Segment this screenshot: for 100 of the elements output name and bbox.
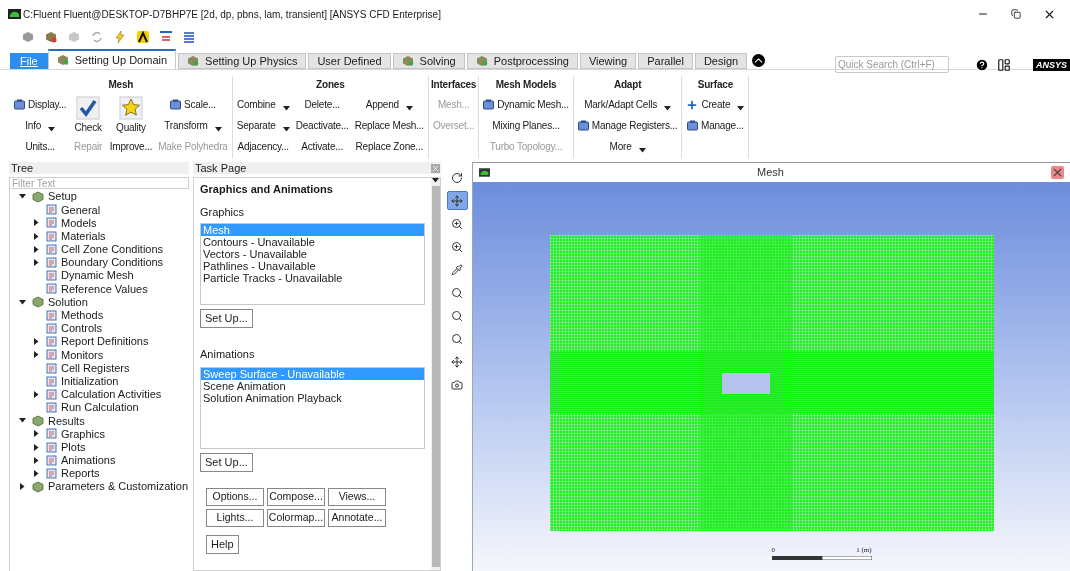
- ribbon-tab[interactable]: Solving: [392, 53, 465, 69]
- ribbon-tab[interactable]: Postprocessing: [466, 53, 578, 69]
- task-button[interactable]: Compose...: [267, 487, 325, 506]
- tree-item[interactable]: Models: [10, 216, 189, 230]
- ribbon-tab[interactable]: Setting Up Physics: [178, 53, 307, 69]
- lightning-icon[interactable]: [114, 31, 126, 43]
- ribbon-button[interactable]: Mark/Adapt Cells: [582, 94, 674, 115]
- caret-icon: [214, 127, 222, 132]
- camera-icon: [451, 378, 463, 391]
- ribbon-button[interactable]: Improve...: [107, 136, 155, 157]
- tree-item[interactable]: Reference Values: [10, 282, 189, 296]
- tree-item[interactable]: Graphics: [10, 427, 189, 441]
- ribbon-large-button[interactable]: Check: [70, 94, 106, 136]
- ribbon-button[interactable]: Append: [363, 94, 415, 115]
- tree-item[interactable]: Controls: [10, 321, 189, 336]
- task-button[interactable]: Views...: [328, 487, 386, 506]
- ribbon-button[interactable]: Replace Mesh...: [352, 115, 426, 136]
- ribbon-button[interactable]: Info: [23, 115, 58, 136]
- filter-field[interactable]: Filter Text: [9, 177, 189, 189]
- panel-icon: [577, 120, 589, 131]
- cube-icon: [32, 190, 44, 203]
- ribbon-button[interactable]: Scale...: [168, 94, 218, 115]
- list-item[interactable]: Vectors - Unavailable: [201, 248, 424, 260]
- ribbon-button[interactable]: Mixing Planes...: [490, 115, 562, 136]
- tree-item[interactable]: Plots: [10, 440, 189, 454]
- app-icon: [479, 168, 490, 177]
- tree-item[interactable]: Reports: [10, 466, 189, 481]
- tree-item[interactable]: Cell Registers: [10, 361, 189, 375]
- ribbon-button[interactable]: Manage...: [685, 115, 746, 136]
- close-icon[interactable]: [1051, 166, 1064, 179]
- item-icon: [46, 454, 57, 466]
- ribbon-button[interactable]: Manage Registers...: [575, 115, 680, 136]
- ribbon-button[interactable]: Display...: [12, 94, 69, 115]
- ribbon-button[interactable]: Dynamic Mesh...: [481, 94, 571, 115]
- tree-item[interactable]: Methods: [10, 308, 189, 322]
- list-item[interactable]: Scene Animation: [201, 379, 424, 392]
- task-button[interactable]: Annotate...: [328, 508, 386, 527]
- tree-item[interactable]: Parameters & Customization: [10, 480, 189, 494]
- ribbon-tab[interactable]: Setting Up Domain: [47, 49, 177, 69]
- layout-icon[interactable]: [997, 57, 1011, 72]
- setup-button[interactable]: Set Up...: [200, 309, 253, 328]
- tree-item[interactable]: Calculation Activities: [10, 387, 189, 401]
- item-icon: [46, 349, 57, 361]
- ribbon-large-button[interactable]: Quality: [112, 94, 150, 136]
- ribbon-button[interactable]: Units...: [23, 136, 57, 157]
- ribbon-button[interactable]: Combine: [234, 94, 292, 115]
- list-item[interactable]: Pathlines - Unavailable: [201, 260, 424, 272]
- scrollbar[interactable]: [431, 178, 440, 570]
- ribbon-tab[interactable]: User Defined: [308, 53, 391, 69]
- task-button[interactable]: Options...: [206, 487, 264, 506]
- list-icon[interactable]: [183, 31, 195, 43]
- restore-icon[interactable]: [1011, 9, 1021, 19]
- help-button[interactable]: Help: [206, 534, 239, 554]
- tree-item[interactable]: Report Definitions: [10, 335, 189, 349]
- ribbon-button[interactable]: Delete...: [302, 94, 342, 115]
- ribbon-button[interactable]: Adjacency...: [235, 136, 291, 157]
- ribbon-button[interactable]: Deactivate...: [293, 115, 351, 136]
- graphics-title: Mesh: [756, 165, 785, 181]
- panel-icon: [483, 99, 495, 110]
- search-field[interactable]: Quick Search (Ctrl+F): [835, 56, 949, 73]
- tree-item[interactable]: Results: [10, 414, 189, 428]
- ribbon-button[interactable]: Activate...: [299, 136, 346, 157]
- ribbon-button[interactable]: Create: [684, 94, 747, 115]
- tree-item[interactable]: Run Calculation: [10, 401, 189, 415]
- tree-item[interactable]: Boundary Conditions: [10, 255, 189, 270]
- arch-icon[interactable]: [137, 31, 149, 43]
- collapse-icon[interactable]: [752, 54, 766, 67]
- cube-icon[interactable]: [45, 31, 57, 43]
- ribbon-tab[interactable]: Parallel: [638, 53, 693, 69]
- task-button[interactable]: Lights...: [206, 508, 264, 527]
- tree-item[interactable]: Setup: [10, 190, 189, 204]
- toolbar-button[interactable]: [446, 191, 468, 210]
- cube-icon[interactable]: [22, 31, 34, 43]
- rotate-icon: [451, 171, 463, 184]
- list-item[interactable]: Solution Animation Playback: [201, 391, 424, 404]
- ribbon-tab[interactable]: Design: [694, 53, 748, 69]
- list-item[interactable]: Contours - Unavailable: [201, 236, 424, 248]
- tree-item[interactable]: Dynamic Mesh: [10, 269, 189, 283]
- ribbon-tab[interactable]: Viewing: [579, 53, 637, 69]
- cube-icon: [475, 55, 488, 67]
- tree-item[interactable]: Initialization: [10, 374, 189, 388]
- group-title: Interfaces: [431, 78, 477, 92]
- list-item[interactable]: Particle Tracks - Unavailable: [201, 272, 424, 284]
- tree-item[interactable]: Cell Zone Conditions: [10, 242, 189, 256]
- tree-item[interactable]: General: [10, 203, 189, 217]
- item-icon: [46, 322, 57, 334]
- help-icon[interactable]: [975, 57, 989, 72]
- cube-icon: [32, 480, 44, 493]
- ribbon-button[interactable]: Transform: [162, 115, 224, 136]
- ribbon-button[interactable]: Replace Zone...: [353, 136, 426, 157]
- task-button[interactable]: Colormap...: [267, 508, 325, 527]
- ribbon-button[interactable]: Separate: [234, 115, 292, 136]
- cube-icon: [32, 296, 44, 309]
- tree-item[interactable]: Materials: [10, 229, 189, 243]
- tree-item[interactable]: Solution: [10, 295, 189, 309]
- tree-item[interactable]: Monitors: [10, 348, 189, 362]
- setup-button[interactable]: Set Up...: [200, 452, 253, 472]
- tree-item[interactable]: Animations: [10, 453, 189, 467]
- ribbon-button[interactable]: More: [607, 136, 648, 157]
- caret-icon: [405, 106, 413, 111]
